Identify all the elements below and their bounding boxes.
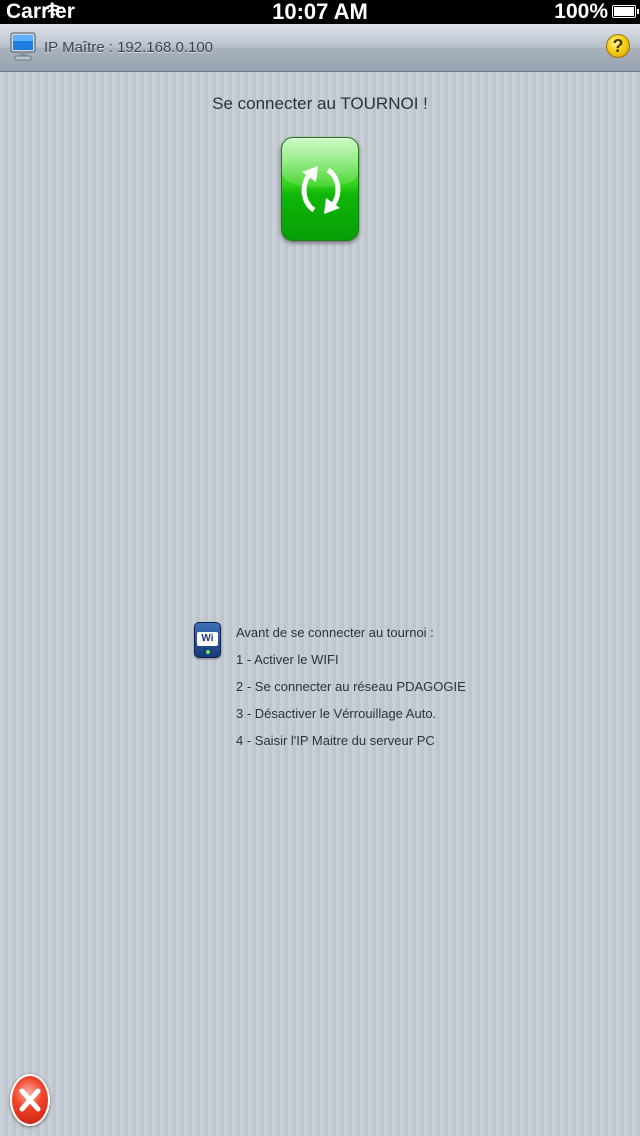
instruction-step: 1 - Activer le WIFI: [236, 652, 339, 667]
connect-title: Se connecter au TOURNOI !: [212, 94, 428, 113]
question-icon: ?: [612, 36, 624, 56]
close-button[interactable]: [10, 1074, 50, 1126]
refresh-icon: [301, 166, 341, 214]
header-bar: IP Maître : 192.168.0.100 ?: [0, 24, 640, 72]
battery-icon: [612, 5, 639, 18]
instructions-list: Avant de se connecter au tournoi : 1 - A…: [236, 624, 466, 759]
status-bar: Carrier 10:07 AM 100%: [0, 0, 640, 24]
instruction-step: 4 - Saisir l'IP Maitre du serveur PC: [236, 733, 435, 748]
battery-percent: 100%: [554, 0, 608, 23]
master-ip-label: IP Maître : 192.168.0.100: [44, 39, 214, 56]
status-time: 10:07 AM: [272, 0, 368, 24]
connect-refresh-button[interactable]: [281, 137, 359, 241]
instruction-step: 2 - Se connecter au réseau PDAGOGIE: [236, 679, 466, 694]
instruction-step: 3 - Désactiver le Vérrouillage Auto.: [236, 706, 437, 721]
instructions-intro: Avant de se connecter au tournoi :: [236, 625, 434, 640]
wifi-icon-label: Wi Fi: [197, 632, 218, 657]
close-icon: [19, 1088, 41, 1112]
help-button[interactable]: ?: [606, 34, 630, 58]
monitor-icon: [10, 32, 36, 61]
wifi-icon: Wi Fi: [194, 622, 221, 658]
